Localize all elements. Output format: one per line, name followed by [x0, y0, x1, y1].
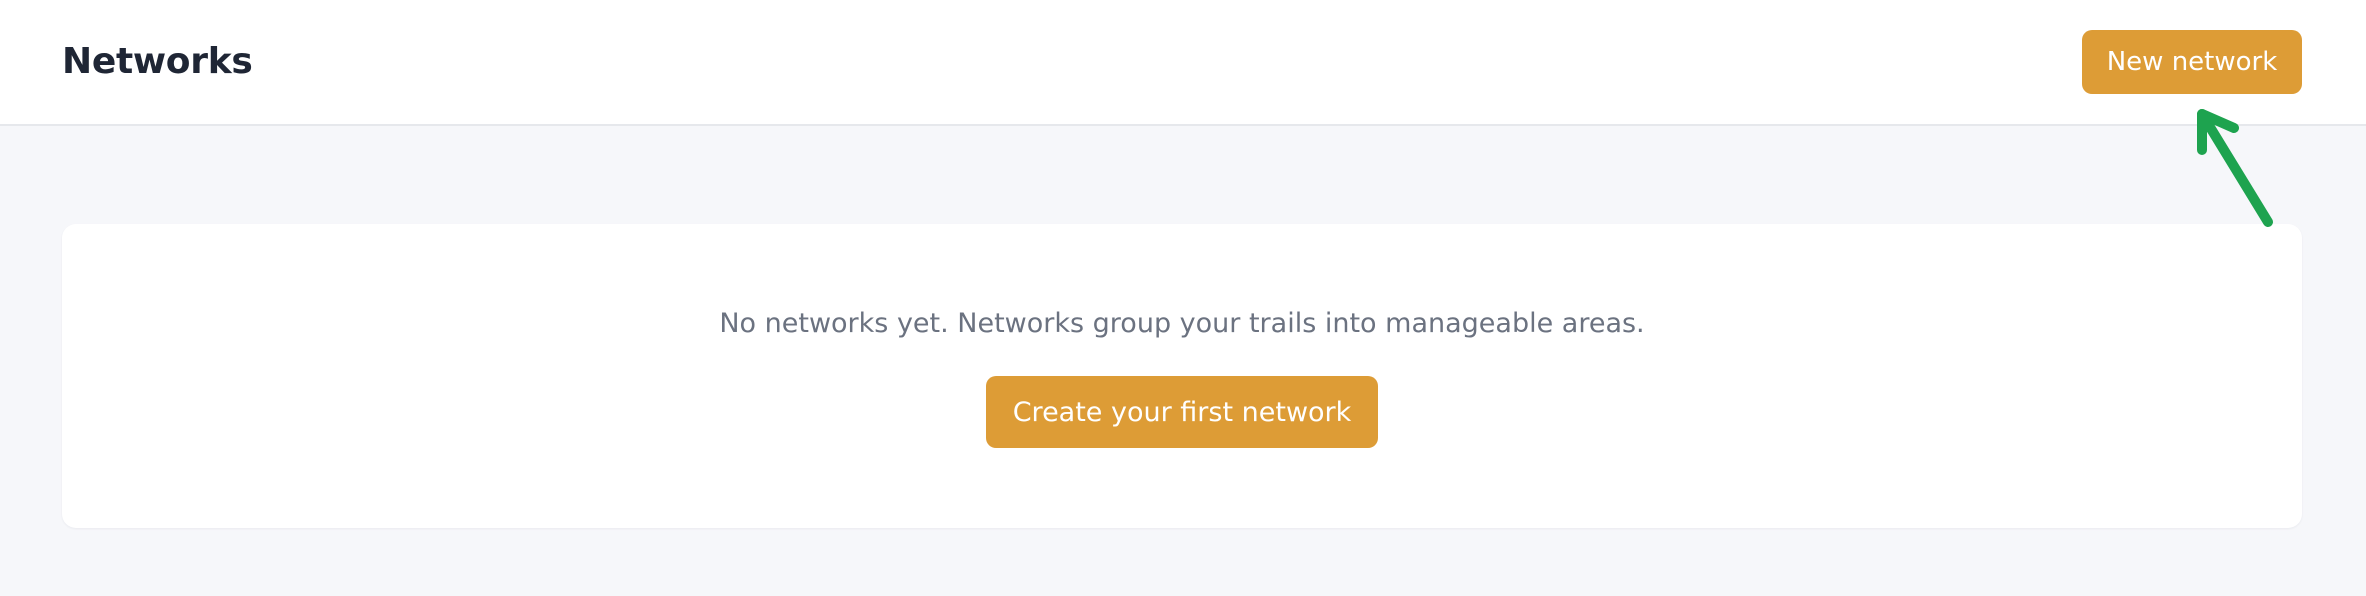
arrow-up-left-icon: [2197, 109, 2273, 227]
empty-state-card: No networks yet. Networks group your tra…: [62, 224, 2302, 528]
new-network-button[interactable]: New network: [2082, 30, 2302, 94]
create-first-network-button[interactable]: Create your first network: [986, 376, 1378, 448]
page-title: Networks: [62, 41, 253, 82]
top-header: Networks New network: [0, 0, 2366, 126]
empty-state-message: No networks yet. Networks group your tra…: [719, 308, 1645, 339]
